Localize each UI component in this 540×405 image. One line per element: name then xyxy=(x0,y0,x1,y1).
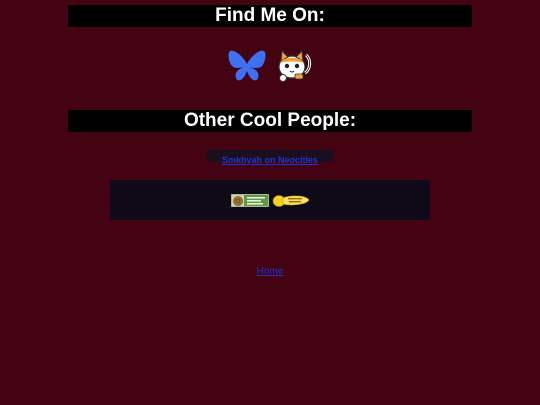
cool-people-heading: Other Cool People: xyxy=(68,110,472,132)
social-icons-row xyxy=(0,46,540,86)
badges-panel xyxy=(110,180,430,220)
snail-badge-icon xyxy=(230,193,269,207)
home-link-container: Home xyxy=(0,266,540,278)
page: Find Me On: Other Cool People: Smkhyah o… xyxy=(0,0,540,405)
lemon-badge-icon xyxy=(272,194,309,207)
bluesky-link[interactable] xyxy=(227,47,267,85)
home-link[interactable]: Home xyxy=(257,266,284,277)
cool-person-link[interactable]: Smkhyah on Neocities xyxy=(222,155,318,165)
cool-person-link-box: Smkhyah on Neocities xyxy=(207,150,333,165)
snail-badge-link[interactable] xyxy=(230,193,269,207)
find-me-heading: Find Me On: xyxy=(68,5,472,27)
neocities-cat-icon xyxy=(278,49,312,82)
bluesky-butterfly-icon xyxy=(228,50,266,81)
neocities-link[interactable] xyxy=(273,47,313,85)
lemon-badge-link[interactable] xyxy=(272,194,310,207)
